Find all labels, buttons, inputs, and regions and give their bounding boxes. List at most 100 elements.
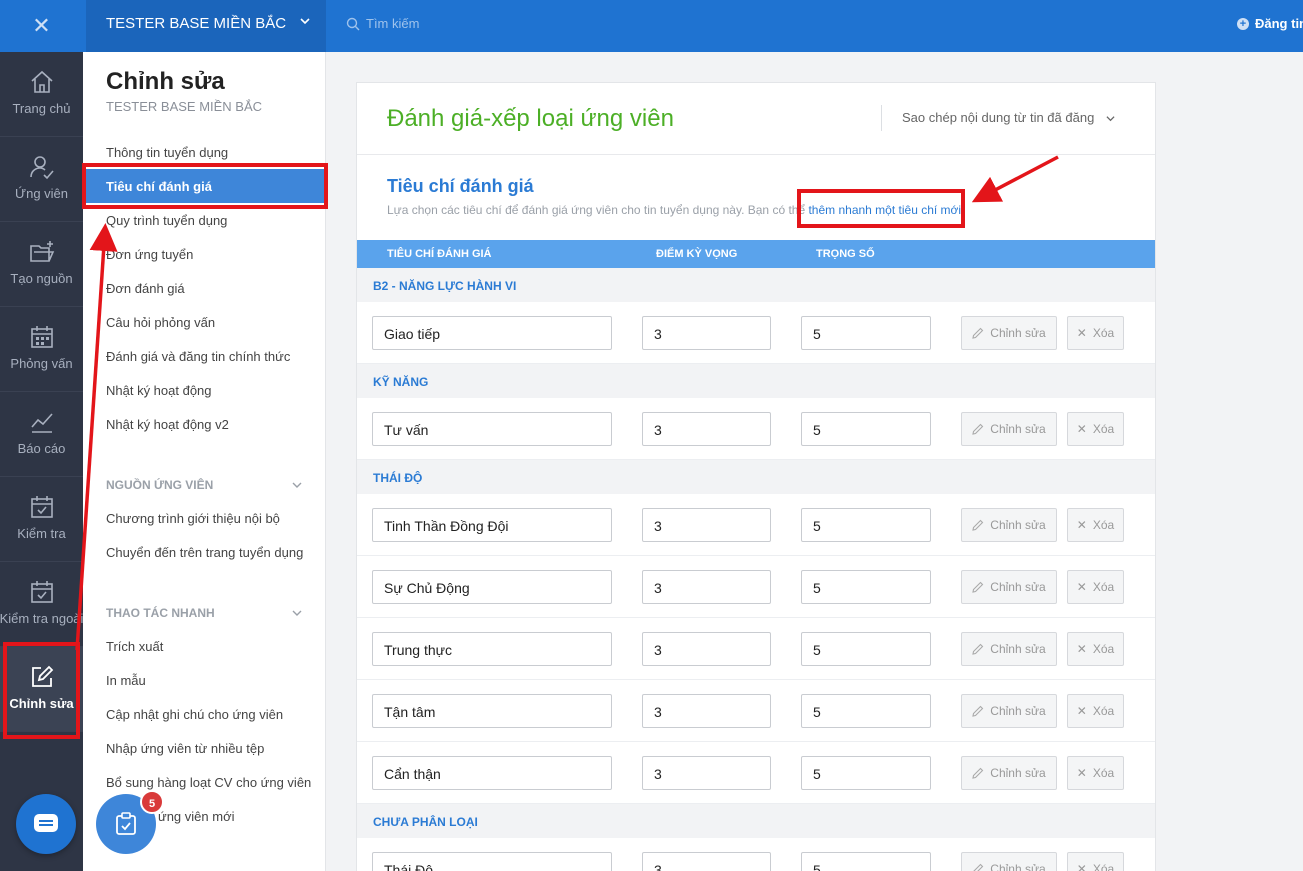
nav-candidates-label: Ứng viên [14,186,69,201]
criterion-name-field[interactable]: Trung thực [372,632,612,666]
table-row: Cẩn thận 3 5 Chỉnh sửa ✕ Xóa [357,742,1155,804]
tasks-count-badge: 5 [140,790,164,814]
home-icon [30,70,53,93]
delete-button[interactable]: ✕ Xóa [1067,508,1124,542]
subnav-item-active[interactable]: Tiêu chí đánh giá [83,169,326,203]
nav-interviews[interactable]: Phỏng vấn [0,307,83,392]
delete-button-label: Xóa [1092,704,1115,718]
edit-button[interactable]: Chỉnh sửa [961,508,1057,542]
weight-field[interactable]: 5 [801,852,931,871]
section-candidate-sources[interactable]: NGUỒN ỨNG VIÊN [106,478,302,492]
weight-field[interactable]: 5 [801,316,931,350]
expected-score-field[interactable]: 3 [642,756,771,790]
weight-field[interactable]: 5 [801,632,931,666]
delete-button[interactable]: ✕ Xóa [1067,694,1124,728]
edit-button-label: Chỉnh sửa [990,518,1046,532]
nav-candidates[interactable]: Ứng viên [0,137,83,222]
weight-field[interactable]: 5 [801,694,931,728]
table-row: Sự Chủ Động 3 5 Chỉnh sửa ✕ Xóa [357,556,1155,618]
add-criterion-link[interactable]: thêm nhanh một tiêu chí mới. [808,203,964,217]
subnav-subtitle: TESTER BASE MIỀN BẮC [106,99,263,114]
table-row: Giao tiếp 3 5 Chỉnh sửa ✕ Xóa [357,302,1155,364]
nav-tests[interactable]: Kiểm tra [0,477,83,562]
edit-button[interactable]: Chỉnh sửa [961,694,1057,728]
edit-button[interactable]: Chỉnh sửa [961,316,1057,350]
page-title: Đánh giá-xếp loại ứng viên [387,105,674,132]
expected-score-field[interactable]: 3 [642,316,771,350]
criterion-name-field[interactable]: Tư vấn [372,412,612,446]
subnav-item[interactable]: Đơn ứng tuyển [106,247,193,262]
weight-field[interactable]: 5 [801,508,931,542]
subnav-item[interactable]: Nhật ký hoạt động [106,383,212,398]
edit-button[interactable]: Chỉnh sửa [961,412,1057,446]
delete-button[interactable]: ✕ Xóa [1067,632,1124,666]
expected-score-field[interactable]: 3 [642,694,771,728]
criterion-name-field[interactable]: Thái Độ [372,852,612,871]
subnav-item[interactable]: ứng viên mới [158,809,234,824]
weight-field[interactable]: 5 [801,412,931,446]
subnav-item[interactable]: Chuyển đến trên trang tuyển dụng [106,545,303,560]
nav-tests-label: Kiểm tra [17,526,66,541]
section-description-text: Lựa chọn các tiêu chí để đánh giá ứng vi… [387,203,809,217]
pencil-icon [972,423,984,435]
subnav-item[interactable]: Quy trình tuyển dụng [106,213,227,228]
criterion-name-field[interactable]: Giao tiếp [372,316,612,350]
edit-button[interactable]: Chỉnh sửa [961,570,1057,604]
delete-button[interactable]: ✕ Xóa [1067,756,1124,790]
chat-button[interactable] [16,794,76,854]
subnav-item[interactable]: Trích xuất [106,639,163,654]
copy-content-label: Sao chép nội dung từ tin đã đăng [902,110,1095,125]
subnav-item[interactable]: Chương trình giới thiệu nội bộ [106,511,280,526]
weight-field[interactable]: 5 [801,756,931,790]
delete-button[interactable]: ✕ Xóa [1067,412,1124,446]
secondary-sidebar: Chỉnh sửa TESTER BASE MIỀN BẮC Thông tin… [83,52,326,871]
subnav-item[interactable]: Bổ sung hàng loạt CV cho ứng viên [106,775,311,790]
chevron-down-icon [292,482,302,488]
expected-score-field[interactable]: 3 [642,632,771,666]
nav-reports[interactable]: Báo cáo [0,392,83,477]
criterion-name-field[interactable]: Tinh Thần Đồng Đội [372,508,612,542]
section-quick-actions-label: THAO TÁC NHANH [106,606,215,620]
edit-button[interactable]: Chỉnh sửa [961,632,1057,666]
post-job-button[interactable]: + Đăng tin [1237,16,1303,31]
section-description: Lựa chọn các tiêu chí để đánh giá ứng vi… [387,203,964,217]
search-icon [346,17,360,30]
subnav-item[interactable]: Đánh giá và đăng tin chính thức [106,349,290,364]
criterion-name-field[interactable]: Cẩn thận [372,756,612,790]
expected-score-field[interactable]: 3 [642,508,771,542]
subnav-item[interactable]: In mẫu [106,673,146,688]
subnav-item[interactable]: Thông tin tuyển dụng [106,145,228,160]
close-icon: ✕ [1076,518,1087,532]
edit-button[interactable]: Chỉnh sửa [961,756,1057,790]
search-input[interactable]: Tìm kiếm [346,16,419,31]
close-icon[interactable]: ✕ [0,0,83,52]
subnav-item[interactable]: Đơn đánh giá [106,281,185,296]
expected-score-field[interactable]: 3 [642,852,771,871]
nav-sources[interactable]: Tạo nguồn [0,222,83,307]
nav-home[interactable]: Trang chủ [0,52,83,137]
delete-button[interactable]: ✕ Xóa [1067,852,1124,871]
subnav-item[interactable]: Nhật ký hoạt động v2 [106,417,229,432]
org-switcher[interactable]: TESTER BASE MIỀN BẮC [86,0,326,52]
criterion-name-field[interactable]: Sự Chủ Động [372,570,612,604]
subnav-item[interactable]: Câu hỏi phỏng vấn [106,315,215,330]
expected-score-field[interactable]: 3 [642,412,771,446]
subnav-item[interactable]: Cập nhật ghi chú cho ứng viên [106,707,283,722]
weight-field[interactable]: 5 [801,570,931,604]
criterion-name-field[interactable]: Tận tâm [372,694,612,728]
nav-external-tests[interactable]: Kiểm tra ngoài [0,562,83,647]
delete-button-label: Xóa [1092,422,1115,436]
section-candidate-sources-label: NGUỒN ỨNG VIÊN [106,478,214,492]
delete-button[interactable]: ✕ Xóa [1067,316,1124,350]
nav-sources-label: Tạo nguồn [10,271,73,286]
nav-edit[interactable]: Chỉnh sửa [0,647,83,732]
subnav-item[interactable]: Nhập ứng viên từ nhiều tệp [106,741,264,756]
delete-button[interactable]: ✕ Xóa [1067,570,1124,604]
pencil-icon [972,643,984,655]
section-quick-actions[interactable]: THAO TÁC NHANH [106,606,302,620]
close-icon: ✕ [1076,704,1087,718]
copy-content-dropdown[interactable]: Sao chép nội dung từ tin đã đăng [881,105,1131,131]
criteria-group-header: KỸ NĂNG [357,364,1155,398]
expected-score-field[interactable]: 3 [642,570,771,604]
edit-button[interactable]: Chỉnh sửa [961,852,1057,871]
